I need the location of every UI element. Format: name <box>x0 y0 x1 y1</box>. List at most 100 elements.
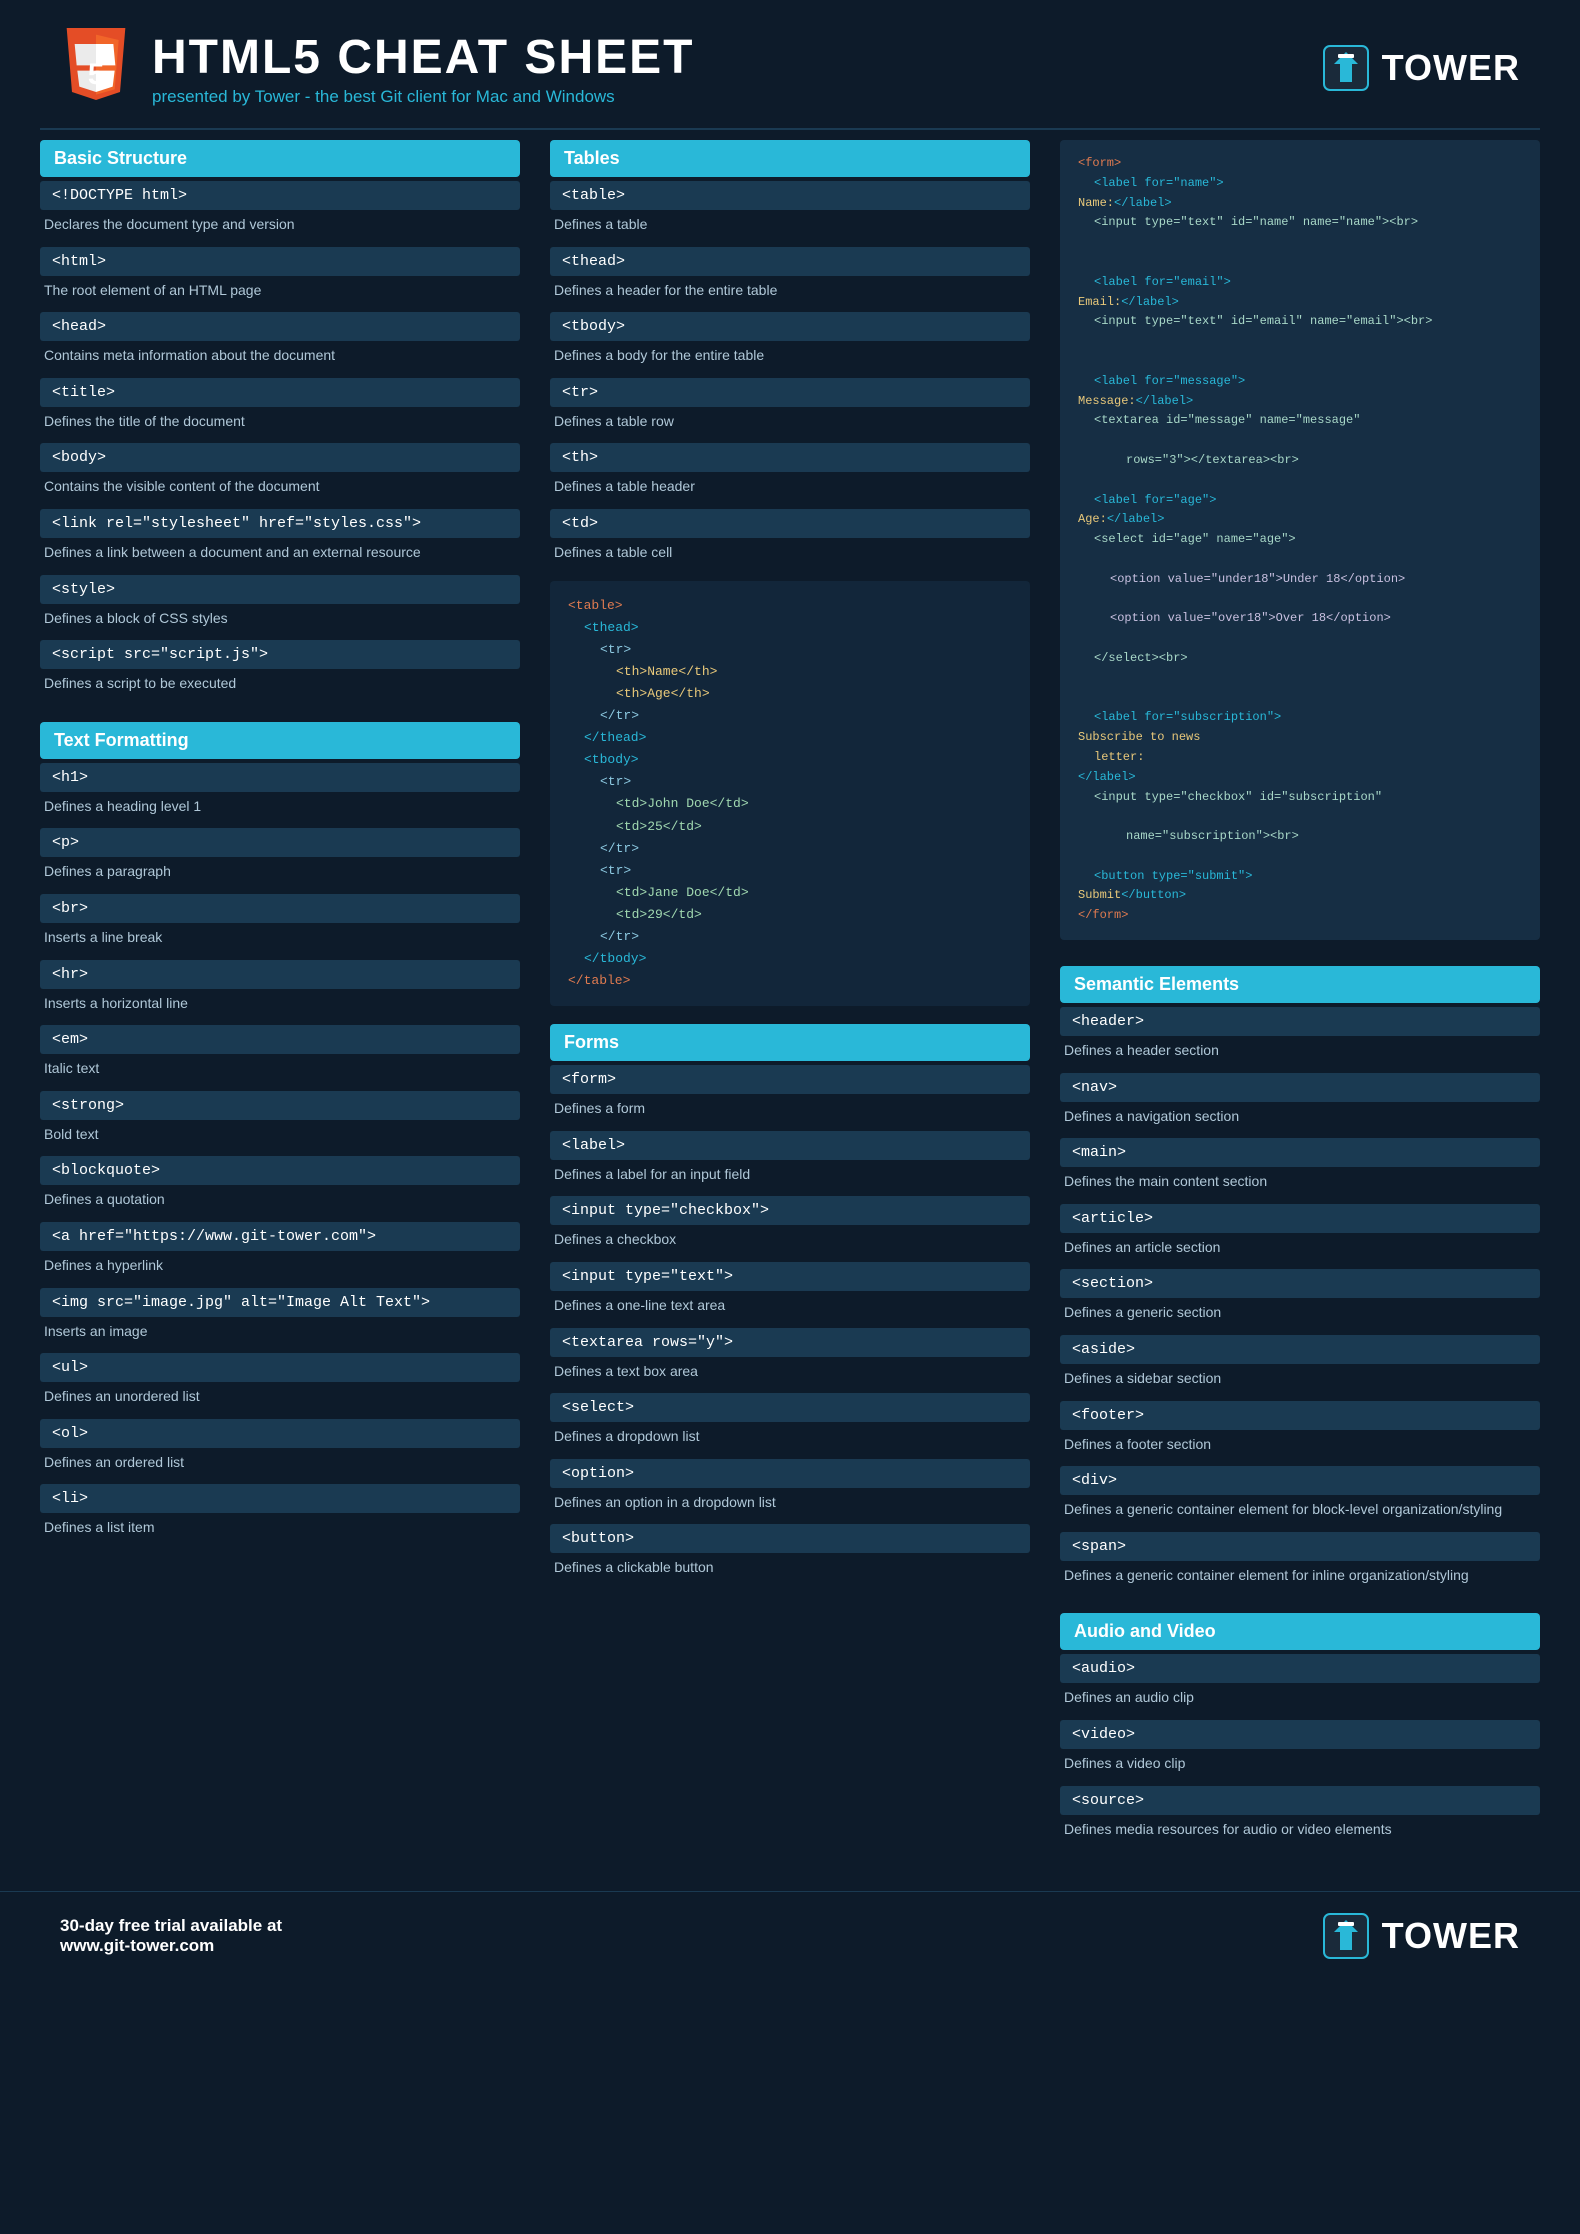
tag-article-desc: Defines an article section <box>1060 1235 1540 1266</box>
tag-span-label: <span> <box>1060 1532 1540 1561</box>
tag-form-label: <form> <box>550 1065 1030 1094</box>
tag-audio: <audio> Defines an audio clip <box>1060 1654 1540 1716</box>
tag-aside-desc: Defines a sidebar section <box>1060 1366 1540 1397</box>
audio-video-header: Audio and Video <box>1060 1613 1540 1650</box>
tag-button-desc: Defines a clickable button <box>550 1555 1030 1586</box>
tag-tbody-label: <tbody> <box>550 312 1030 341</box>
tag-th-label: <th> <box>550 443 1030 472</box>
header-title-block: HTML5 CHEAT SHEET presented by Tower - t… <box>152 30 694 107</box>
tag-section-label: <section> <box>1060 1269 1540 1298</box>
tag-h1-desc: Defines a heading level 1 <box>40 794 520 825</box>
basic-structure-header: Basic Structure <box>40 140 520 177</box>
tag-thead-label: <thead> <box>550 247 1030 276</box>
tag-a-label: <a href="https://www.git-tower.com"> <box>40 1222 520 1251</box>
tag-textarea-desc: Defines a text box area <box>550 1359 1030 1390</box>
column-1: Basic Structure <!DOCTYPE html> Declares… <box>40 140 520 1851</box>
tag-tbody-desc: Defines a body for the entire table <box>550 343 1030 374</box>
tag-footer: <footer> Defines a footer section <box>1060 1401 1540 1463</box>
tag-footer-desc: Defines a footer section <box>1060 1432 1540 1463</box>
tag-main-desc: Defines the main content section <box>1060 1169 1540 1200</box>
tag-span-desc: Defines a generic container element for … <box>1060 1563 1540 1594</box>
tag-source: <source> Defines media resources for aud… <box>1060 1786 1540 1848</box>
semantic-elements-header: Semantic Elements <box>1060 966 1540 1003</box>
tag-video-desc: Defines a video clip <box>1060 1751 1540 1782</box>
tag-section: <section> Defines a generic section <box>1060 1269 1540 1331</box>
tag-div-desc: Defines a generic container element for … <box>1060 1497 1540 1528</box>
tables-header: Tables <box>550 140 1030 177</box>
tag-nav: <nav> Defines a navigation section <box>1060 1073 1540 1135</box>
forms-header: Forms <box>550 1024 1030 1061</box>
tag-table: <table> Defines a table <box>550 181 1030 243</box>
tag-button: <button> Defines a clickable button <box>550 1524 1030 1586</box>
tag-th-desc: Defines a table header <box>550 474 1030 505</box>
tag-input-text-desc: Defines a one-line text area <box>550 1293 1030 1324</box>
tag-video-label: <video> <box>1060 1720 1540 1749</box>
tag-p-label: <p> <box>40 828 520 857</box>
tag-head-desc: Contains meta information about the docu… <box>40 343 520 374</box>
tag-blockquote-label: <blockquote> <box>40 1156 520 1185</box>
form-code-example: <form> <label for="name">Name:</label> <… <box>1060 140 1540 940</box>
tag-script: <script src="script.js"> Defines a scrip… <box>40 640 520 702</box>
tag-header-label: <header> <box>1060 1007 1540 1036</box>
tag-ol-desc: Defines an ordered list <box>40 1450 520 1481</box>
tag-doctype-desc: Declares the document type and version <box>40 212 520 243</box>
tag-audio-label: <audio> <box>1060 1654 1540 1683</box>
footer-tower-logo-icon <box>1320 1910 1372 1962</box>
tag-th: <th> Defines a table header <box>550 443 1030 505</box>
tag-strong-label: <strong> <box>40 1091 520 1120</box>
tag-span: <span> Defines a generic container eleme… <box>1060 1532 1540 1594</box>
tag-footer-label: <footer> <box>1060 1401 1540 1430</box>
table-code-example: <table> <thead> <tr> <th>Name</th> <th>A… <box>550 581 1030 1007</box>
tag-img-label: <img src="image.jpg" alt="Image Alt Text… <box>40 1288 520 1317</box>
tag-link-label: <link rel="stylesheet" href="styles.css"… <box>40 509 520 538</box>
tag-option-desc: Defines an option in a dropdown list <box>550 1490 1030 1521</box>
tag-html: <html> The root element of an HTML page <box>40 247 520 309</box>
tower-logo-icon <box>1320 42 1372 94</box>
tag-style-label: <style> <box>40 575 520 604</box>
tag-doctype: <!DOCTYPE html> Declares the document ty… <box>40 181 520 243</box>
tag-br: <br> Inserts a line break <box>40 894 520 956</box>
tag-head: <head> Contains meta information about t… <box>40 312 520 374</box>
tag-ol-label: <ol> <box>40 1419 520 1448</box>
tag-input-checkbox-desc: Defines a checkbox <box>550 1227 1030 1258</box>
page-footer: 30-day free trial available atwww.git-to… <box>0 1891 1580 1980</box>
tag-tbody: <tbody> Defines a body for the entire ta… <box>550 312 1030 374</box>
tag-li-desc: Defines a list item <box>40 1515 520 1546</box>
tag-table-label: <table> <box>550 181 1030 210</box>
tag-blockquote-desc: Defines a quotation <box>40 1187 520 1218</box>
tag-title: <title> Defines the title of the documen… <box>40 378 520 440</box>
tag-input-checkbox-label: <input type="checkbox"> <box>550 1196 1030 1225</box>
tag-body: <body> Contains the visible content of t… <box>40 443 520 505</box>
tag-select-label: <select> <box>550 1393 1030 1422</box>
tag-label: <label> Defines a label for an input fie… <box>550 1131 1030 1193</box>
tag-script-label: <script src="script.js"> <box>40 640 520 669</box>
tag-em: <em> Italic text <box>40 1025 520 1087</box>
tag-aside: <aside> Defines a sidebar section <box>1060 1335 1540 1397</box>
tag-a: <a href="https://www.git-tower.com"> Def… <box>40 1222 520 1284</box>
tag-body-desc: Contains the visible content of the docu… <box>40 474 520 505</box>
tag-strong: <strong> Bold text <box>40 1091 520 1153</box>
tag-h1: <h1> Defines a heading level 1 <box>40 763 520 825</box>
tag-p-desc: Defines a paragraph <box>40 859 520 890</box>
tag-style-desc: Defines a block of CSS styles <box>40 606 520 637</box>
tag-p: <p> Defines a paragraph <box>40 828 520 890</box>
text-formatting-header: Text Formatting <box>40 722 520 759</box>
tag-header-desc: Defines a header section <box>1060 1038 1540 1069</box>
tag-a-desc: Defines a hyperlink <box>40 1253 520 1284</box>
tag-video: <video> Defines a video clip <box>1060 1720 1540 1782</box>
column-2: Tables <table> Defines a table <thead> D… <box>550 140 1030 1851</box>
tag-tr-label: <tr> <box>550 378 1030 407</box>
tag-style: <style> Defines a block of CSS styles <box>40 575 520 637</box>
tag-source-desc: Defines media resources for audio or vid… <box>1060 1817 1540 1848</box>
tag-article: <article> Defines an article section <box>1060 1204 1540 1266</box>
page-title: HTML5 CHEAT SHEET <box>152 30 694 85</box>
tag-input-text-label: <input type="text"> <box>550 1262 1030 1291</box>
tag-div-label: <div> <box>1060 1466 1540 1495</box>
header-left: 5 HTML5 CHEAT SHEET presented by Tower -… <box>60 28 694 108</box>
tag-em-label: <em> <box>40 1025 520 1054</box>
tag-select: <select> Defines a dropdown list <box>550 1393 1030 1455</box>
tag-form: <form> Defines a form <box>550 1065 1030 1127</box>
tag-ul: <ul> Defines an unordered list <box>40 1353 520 1415</box>
tag-option-label: <option> <box>550 1459 1030 1488</box>
tag-br-desc: Inserts a line break <box>40 925 520 956</box>
